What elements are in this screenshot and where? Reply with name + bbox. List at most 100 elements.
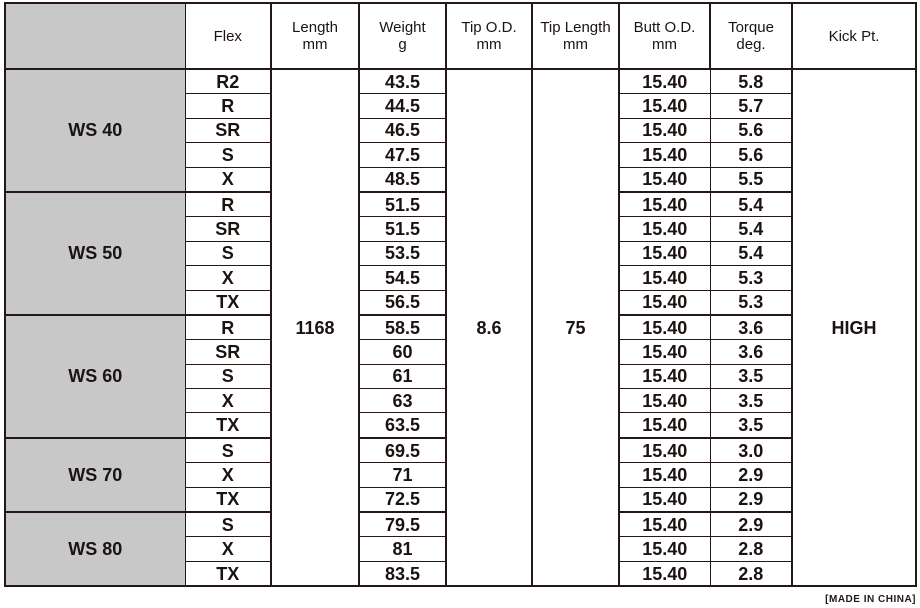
weight-cell: 71 (358, 462, 447, 488)
model-name-cell: WS 60 (5, 313, 186, 439)
header-torque: Torque deg. (709, 2, 793, 70)
torque-cell: 3.6 (709, 339, 793, 365)
flex-cell: S (185, 511, 272, 538)
weight-cell: 60 (358, 339, 447, 365)
kick-point-cell: HIGH (791, 67, 917, 587)
torque-cell: 5.4 (709, 216, 793, 242)
model-name-cell: WS 40 (5, 68, 186, 193)
flex-cell: TX (185, 412, 272, 439)
butt-od-cell: 15.40 (618, 265, 711, 291)
header-weight: Weight g (358, 2, 447, 70)
header-length-label: Length (292, 19, 338, 36)
flex-cell: X (185, 462, 272, 488)
weight-cell: 56.5 (358, 289, 447, 316)
weight-cell: 81 (358, 536, 447, 562)
header-length-unit: mm (302, 36, 328, 53)
model-name-cell: WS 70 (5, 436, 186, 513)
weight-cell: 54.5 (358, 265, 447, 291)
weight-cell: 48.5 (358, 166, 447, 193)
weight-cell: 83.5 (358, 560, 447, 587)
butt-od-cell: 15.40 (618, 68, 711, 95)
butt-od-cell: 15.40 (618, 142, 711, 168)
header-model (4, 2, 185, 70)
spec-body: WS 40 R2 1168 43.5 8.6 75 15.40 5.8 HIGH R 44.5 15.… (5, 67, 917, 587)
weight-cell: 44.5 (358, 93, 447, 119)
torque-cell: 5.3 (709, 265, 793, 291)
butt-od-cell: 15.40 (618, 190, 711, 218)
weight-cell: 47.5 (358, 142, 447, 168)
flex-cell: TX (185, 289, 272, 316)
torque-cell: 3.5 (709, 363, 793, 390)
butt-od-cell: 15.40 (618, 412, 711, 439)
weight-cell: 53.5 (358, 240, 447, 267)
tip-length-cell: 75 (531, 67, 620, 587)
torque-cell: 2.8 (709, 536, 793, 562)
butt-od-cell: 15.40 (618, 216, 711, 242)
flex-cell: SR (185, 216, 272, 242)
flex-cell: X (185, 166, 272, 193)
header-tip-length: Tip Length mm (531, 2, 620, 70)
torque-cell: 3.5 (709, 412, 793, 439)
header-weight-unit: g (398, 36, 407, 53)
torque-cell: 5.7 (709, 93, 793, 119)
torque-cell: 5.3 (709, 289, 793, 316)
torque-cell: 5.4 (709, 190, 793, 218)
header-weight-label: Weight (379, 19, 426, 36)
butt-od-cell: 15.40 (618, 560, 711, 587)
butt-od-cell: 15.40 (618, 486, 711, 513)
flex-cell: R (185, 190, 272, 218)
model-name-cell: WS 50 (5, 190, 186, 316)
weight-cell: 63 (358, 388, 447, 414)
weight-cell: 51.5 (358, 216, 447, 242)
torque-cell: 3.5 (709, 388, 793, 414)
butt-od-cell: 15.40 (618, 289, 711, 316)
flex-cell: S (185, 142, 272, 168)
model-name-cell: WS 80 (5, 511, 186, 587)
header-tip-length-unit: mm (563, 36, 588, 53)
flex-cell: R (185, 313, 272, 341)
torque-cell: 2.9 (709, 511, 793, 538)
weight-cell: 79.5 (358, 511, 447, 538)
butt-od-cell: 15.40 (618, 313, 711, 341)
flex-cell: SR (185, 339, 272, 365)
flex-cell: R (185, 93, 272, 119)
header-row: Flex Length mm Weight g Tip O.D. mm Tip Len… (4, 2, 917, 70)
butt-od-cell: 15.40 (618, 240, 711, 267)
butt-od-cell: 15.40 (618, 166, 711, 193)
flex-cell: S (185, 436, 272, 464)
torque-cell: 3.0 (709, 436, 793, 464)
weight-cell: 61 (358, 363, 447, 390)
header-butt-od-unit: mm (652, 36, 677, 53)
butt-od-cell: 15.40 (618, 536, 711, 562)
tip-od-cell: 8.6 (445, 67, 533, 587)
flex-cell: SR (185, 117, 272, 144)
header-butt-od: Butt O.D. mm (618, 2, 711, 70)
torque-cell: 5.4 (709, 240, 793, 267)
torque-cell: 5.6 (709, 142, 793, 168)
weight-cell: 43.5 (358, 68, 447, 95)
torque-cell: 2.9 (709, 462, 793, 488)
header-tip-length-label: Tip Length (540, 19, 611, 36)
header-tip-od-label: Tip O.D. (461, 19, 517, 36)
weight-cell: 46.5 (358, 117, 447, 144)
length-cell: 1168 (270, 67, 360, 587)
torque-cell: 5.5 (709, 166, 793, 193)
header-tip-od-unit: mm (476, 36, 502, 53)
torque-cell: 2.9 (709, 486, 793, 513)
spec-table: Flex Length mm Weight g Tip O.D. mm Tip Len… (4, 2, 917, 588)
butt-od-cell: 15.40 (618, 511, 711, 538)
flex-cell: R2 (185, 68, 272, 95)
butt-od-cell: 15.40 (618, 436, 711, 464)
flex-cell: TX (185, 560, 272, 587)
header-length: Length mm (270, 2, 360, 70)
header-kick: Kick Pt. (791, 2, 917, 70)
torque-cell: 5.8 (709, 68, 793, 95)
butt-od-cell: 15.40 (618, 388, 711, 414)
weight-cell: 69.5 (358, 436, 447, 464)
torque-cell: 3.6 (709, 313, 793, 341)
weight-cell: 58.5 (358, 313, 447, 341)
flex-cell: X (185, 265, 272, 291)
flex-cell: S (185, 240, 272, 267)
torque-cell: 5.6 (709, 117, 793, 144)
butt-od-cell: 15.40 (618, 462, 711, 488)
